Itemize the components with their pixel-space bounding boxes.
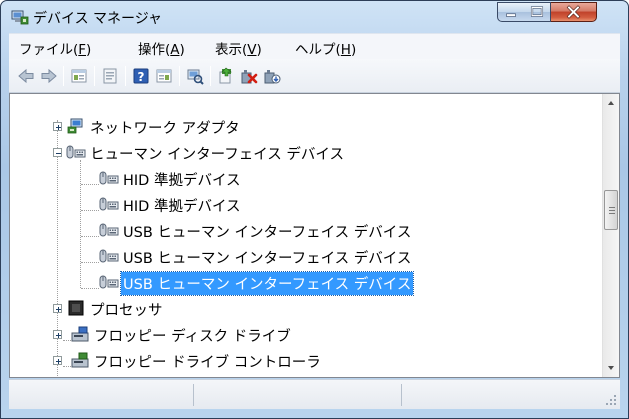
resize-grip-icon[interactable] (605, 394, 617, 406)
tree-item-label: フロッピー ドライブ コントローラ (94, 355, 321, 371)
menu-help-key: H (340, 42, 351, 58)
tree-item-network-adapters[interactable]: ネットワーク アダプタ (10, 114, 600, 138)
tree-item-floppy-drive-controllers[interactable]: フロッピー ドライブ コントローラ (10, 348, 600, 372)
hid-icon (66, 145, 86, 159)
expand-toggle[interactable] (53, 356, 62, 365)
scrollbar-thumb[interactable] (604, 190, 618, 230)
menu-bar: ファイル(F) 操作(A) 表示(V) ヘルプ(H) (9, 33, 620, 59)
view-icon[interactable] (155, 67, 173, 85)
maximize-icon (530, 6, 544, 17)
floppy-disk-drive-icon (71, 326, 89, 342)
tree-item-label: USB ヒューマン インターフェイス デバイス (119, 271, 415, 296)
update-driver-icon[interactable] (217, 67, 235, 85)
toolbar-separator (179, 66, 180, 86)
minimize-icon (506, 13, 516, 17)
window-title: デバイス マネージャ (33, 11, 163, 27)
tree-item-label: USB ヒューマン インターフェイス デバイス (123, 251, 412, 267)
processor-icon (68, 300, 84, 316)
status-pane (193, 384, 401, 406)
minus-icon (56, 153, 61, 154)
menu-view-key: V (247, 42, 257, 58)
hid-icon (99, 275, 119, 289)
floppy-controller-icon (71, 352, 89, 368)
tree-item-label: USB ヒューマン インターフェイス デバイス (123, 225, 412, 241)
network-adapter-icon (67, 118, 83, 134)
menu-file-key: F (78, 42, 87, 58)
tree-item-label: HID 準拠デバイス (123, 199, 241, 215)
hid-icon (99, 249, 119, 263)
menu-action-label: 操作( (138, 42, 171, 58)
forward-arrow-icon[interactable] (40, 67, 58, 85)
close-button[interactable] (551, 2, 597, 22)
device-manager-icon (11, 10, 29, 25)
scrollbar-grip (609, 207, 615, 208)
minimize-button[interactable] (497, 2, 525, 22)
toolbar: ? (9, 59, 620, 93)
disable-device-icon[interactable] (263, 67, 281, 85)
toolbar-separator (210, 66, 211, 86)
tree-item-usb-hid-selected[interactable]: USB ヒューマン インターフェイス デバイス (10, 270, 600, 296)
hid-icon (99, 223, 119, 237)
status-bar (9, 379, 620, 409)
menu-file-label: ファイル( (19, 42, 79, 58)
toolbar-separator (125, 66, 126, 86)
plus-icon (56, 307, 61, 312)
svg-text:?: ? (138, 70, 145, 84)
menu-view-label: 表示( (215, 42, 248, 58)
properties-icon[interactable] (101, 67, 119, 85)
menu-action-tail: ) (179, 42, 185, 58)
collapse-toggle[interactable] (53, 148, 62, 157)
menu-view[interactable]: 表示(V) (215, 38, 262, 58)
show-hide-console-tree-icon[interactable] (70, 67, 88, 85)
toolbar-separator (63, 66, 64, 86)
tree-item-label: HID 準拠デバイス (123, 173, 241, 189)
menu-help[interactable]: ヘルプ(H) (295, 38, 356, 58)
menu-help-label: ヘルプ( (295, 42, 341, 58)
menu-help-tail: ) (350, 42, 357, 58)
device-tree[interactable]: ネットワーク アダプタ ヒューマン インターフェイス デバイス HID 準拠デバ… (9, 93, 620, 378)
help-icon[interactable]: ? (132, 67, 150, 85)
title-bar[interactable]: デバイス マネージャ (1, 1, 628, 33)
toolbar-separator (94, 66, 95, 86)
scan-hardware-icon[interactable] (186, 67, 204, 85)
close-icon (566, 5, 581, 19)
menu-action[interactable]: 操作(A) (138, 38, 185, 58)
device-manager-window: デバイス マネージャ ファイル(F) 操作(A) 表示(V) ヘルプ(H) ? … (0, 0, 629, 419)
tree-item-processors[interactable]: プロセッサ (10, 296, 600, 320)
tree-item-hid-compliant-device[interactable]: HID 準拠デバイス (10, 166, 600, 190)
uninstall-device-icon[interactable] (240, 67, 258, 85)
tree-item-usb-hid[interactable]: USB ヒューマン インターフェイス デバイス (10, 218, 600, 242)
tree-item-label: ヒューマン インターフェイス デバイス (90, 147, 344, 163)
tree-item-hid-compliant-device[interactable]: HID 準拠デバイス (10, 192, 600, 216)
hid-icon (99, 171, 119, 185)
vertical-scrollbar[interactable] (602, 94, 619, 377)
hid-icon (99, 197, 119, 211)
scrollbar-grip (609, 213, 615, 214)
plus-icon (56, 333, 61, 338)
tree-item-label: ネットワーク アダプタ (90, 121, 240, 137)
menu-action-key: A (170, 42, 180, 58)
back-arrow-icon[interactable] (17, 67, 35, 85)
maximize-button[interactable] (524, 2, 551, 22)
expand-toggle[interactable] (53, 330, 62, 339)
plus-icon (56, 125, 61, 130)
menu-file[interactable]: ファイル(F) (19, 38, 91, 58)
status-pane (401, 384, 606, 406)
tree-item-human-interface-devices[interactable]: ヒューマン インターフェイス デバイス (10, 140, 600, 164)
tree-item-floppy-disk-drives[interactable]: フロッピー ディスク ドライブ (10, 322, 600, 346)
tree-item-label: フロッピー ディスク ドライブ (94, 329, 291, 345)
tree-item-usb-hid[interactable]: USB ヒューマン インターフェイス デバイス (10, 244, 600, 268)
scrollbar-grip (609, 210, 615, 211)
tree-item-label: プロセッサ (90, 303, 163, 319)
plus-icon (56, 359, 61, 364)
expand-toggle[interactable] (53, 122, 62, 131)
scroll-down-icon[interactable] (603, 360, 619, 377)
scroll-up-icon[interactable] (603, 94, 619, 111)
expand-toggle[interactable] (53, 304, 62, 313)
menu-file-tail: ) (86, 42, 92, 58)
menu-view-tail: ) (256, 42, 262, 58)
